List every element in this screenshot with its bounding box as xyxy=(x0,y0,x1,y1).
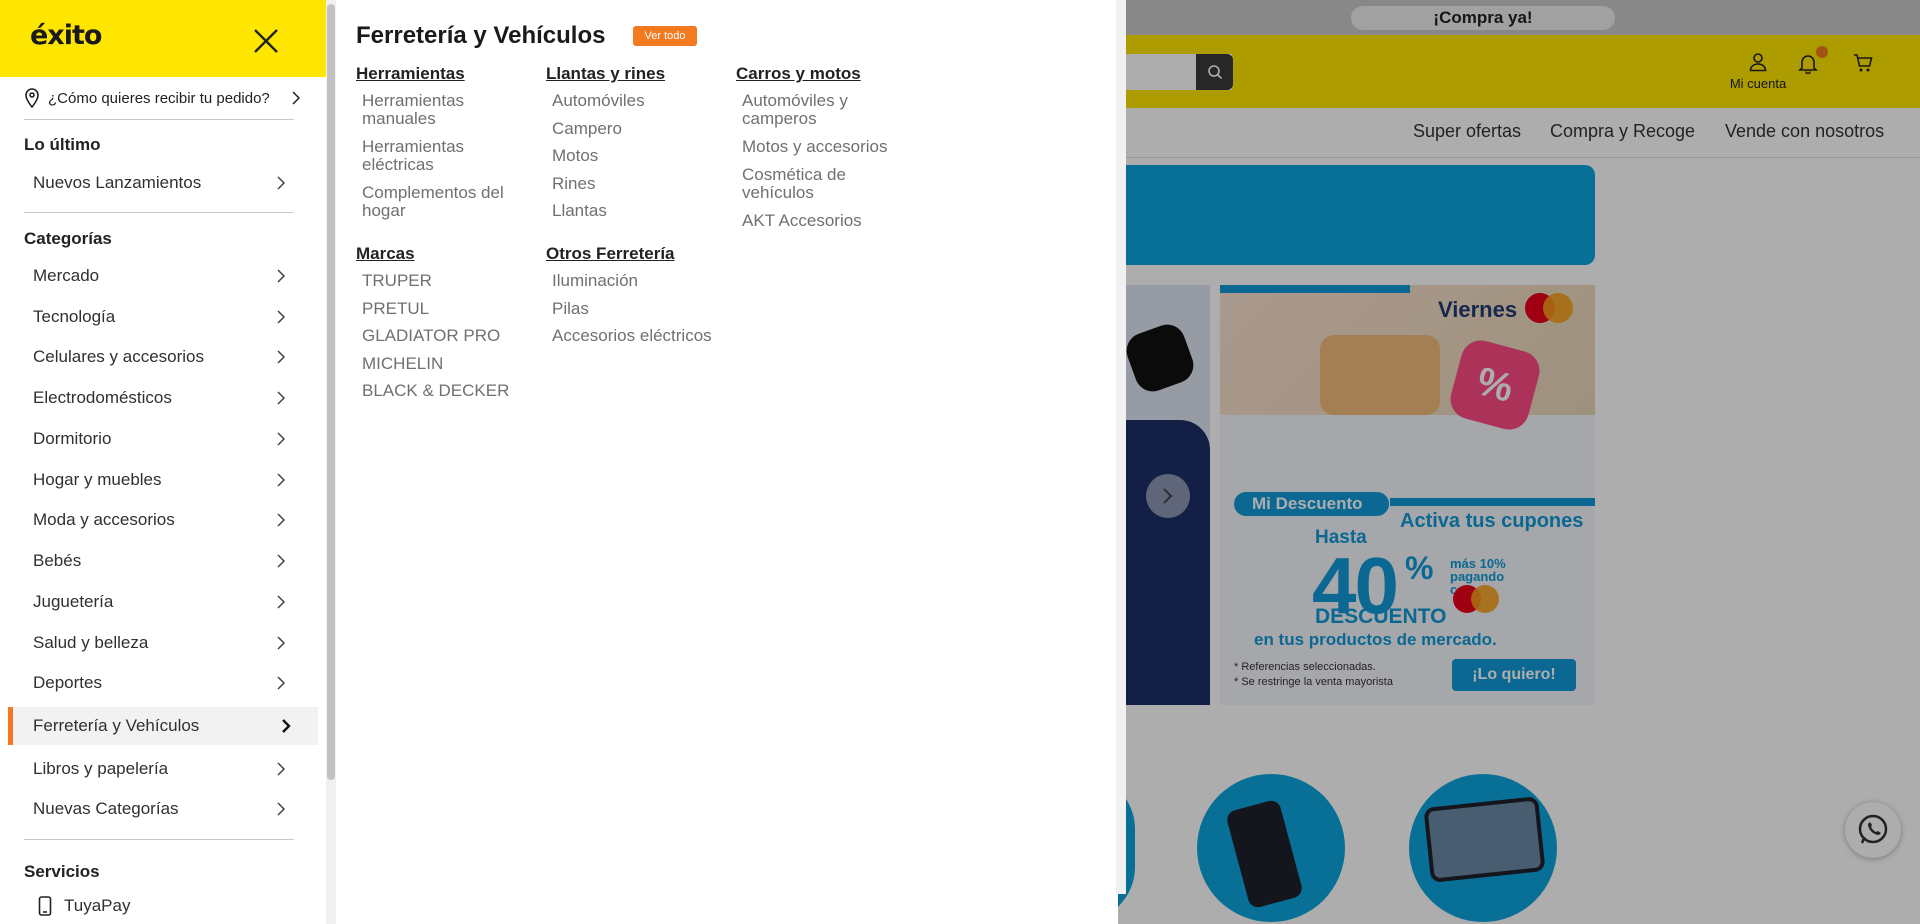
close-menu-button[interactable] xyxy=(250,25,282,57)
service-label: TuyaPay xyxy=(64,896,131,915)
drawer-scrollbar-thumb[interactable] xyxy=(327,4,335,780)
chevron-right-icon xyxy=(277,802,286,816)
submenu-link[interactable]: Motos xyxy=(552,147,727,165)
submenu-link[interactable]: MICHELIN xyxy=(362,354,537,373)
close-icon xyxy=(254,29,278,53)
category-item[interactable]: Libros y papelería xyxy=(8,750,318,788)
submenu-link[interactable]: GLADIATOR PRO xyxy=(362,327,537,345)
category-item[interactable]: Bebés xyxy=(8,542,318,580)
submenu-link[interactable]: Motos y accesorios xyxy=(742,138,917,156)
menu-drawer: éxito ¿Cómo quieres recibir tu pedido? L… xyxy=(0,0,326,924)
chevron-right-icon xyxy=(277,513,286,527)
category-item[interactable]: Ferretería y Vehículos xyxy=(8,707,318,745)
category-item[interactable]: Deportes xyxy=(8,664,318,702)
submenu-link[interactable]: Herramientas eléctricas xyxy=(362,138,537,174)
category-item[interactable]: Moda y accesorios xyxy=(8,501,318,539)
section-title-services: Servicios xyxy=(24,862,100,881)
submenu-link[interactable]: Automóviles y camperos xyxy=(742,92,917,128)
chevron-right-icon xyxy=(277,473,286,487)
submenu-group-heading[interactable]: Llantas y rines xyxy=(546,64,665,84)
category-item[interactable]: Dormitorio xyxy=(8,420,318,458)
divider xyxy=(24,119,294,120)
submenu-scrollbar[interactable] xyxy=(1116,0,1126,894)
submenu-link[interactable]: Pilas xyxy=(552,299,727,318)
submenu-link[interactable]: BLACK & DECKER xyxy=(362,382,537,400)
submenu-link[interactable]: Accesorios eléctricos xyxy=(552,327,727,345)
submenu-link[interactable]: TRUPER xyxy=(362,272,537,290)
submenu-title: Ferretería y Vehículos xyxy=(356,22,606,49)
divider xyxy=(24,839,294,840)
chevron-right-icon xyxy=(277,310,286,324)
category-item[interactable]: Nuevas Categorías xyxy=(8,790,318,828)
chevron-right-icon xyxy=(282,719,291,733)
submenu-link[interactable]: Cosmética de vehículos xyxy=(742,165,917,202)
submenu-group-heading[interactable]: Herramientas xyxy=(356,64,465,84)
chevron-right-icon xyxy=(292,91,300,105)
delivery-prompt: ¿Cómo quieres recibir tu pedido? xyxy=(48,89,270,107)
submenu-link[interactable]: PRETUL xyxy=(362,299,537,318)
chevron-right-icon xyxy=(277,269,286,283)
submenu-group-heading[interactable]: Carros y motos xyxy=(736,64,861,84)
category-item[interactable]: Salud y belleza xyxy=(8,624,318,662)
submenu-link[interactable]: AKT Accesorios xyxy=(742,211,917,230)
category-item[interactable]: Electrodomésticos xyxy=(8,379,318,417)
category-item[interactable]: Hogar y muebles xyxy=(8,461,318,499)
category-label: Ferretería y Vehículos xyxy=(33,716,200,735)
submenu-link[interactable]: Llantas xyxy=(552,202,727,220)
section-title-categories: Categorías xyxy=(24,229,112,248)
submenu-link[interactable]: Rines xyxy=(552,174,727,193)
submenu-group-heading[interactable]: Otros Ferretería xyxy=(546,244,675,264)
chevron-right-icon xyxy=(277,176,286,190)
chevron-right-icon xyxy=(277,762,286,776)
chevron-right-icon xyxy=(277,676,286,690)
chevron-right-icon xyxy=(277,432,286,446)
chevron-right-icon xyxy=(277,391,286,405)
chevron-right-icon xyxy=(277,636,286,650)
service-item-tuyapay[interactable]: TuyaPay xyxy=(38,896,130,916)
menu-item-nuevos-lanzamientos[interactable]: Nuevos Lanzamientos xyxy=(8,164,318,202)
category-item[interactable]: Celulares y accesorios xyxy=(8,338,318,376)
submenu-link[interactable]: Herramientas manuales xyxy=(362,92,537,128)
section-title-latest: Lo último xyxy=(24,135,101,154)
submenu-link[interactable]: Iluminación xyxy=(552,272,727,290)
delivery-selector[interactable]: ¿Cómo quieres recibir tu pedido? xyxy=(24,86,300,110)
chevron-right-icon xyxy=(277,350,286,364)
submenu-group-heading[interactable]: Marcas xyxy=(356,244,415,264)
exito-logo[interactable]: éxito xyxy=(30,20,102,51)
chevron-right-icon xyxy=(277,595,286,609)
location-pin-icon xyxy=(25,88,39,108)
divider xyxy=(24,212,294,213)
category-item[interactable]: Tecnología xyxy=(8,298,318,336)
category-item[interactable]: Mercado xyxy=(8,257,318,295)
submenu-link[interactable]: Complementos del hogar xyxy=(362,184,537,220)
category-item[interactable]: Juguetería xyxy=(8,583,318,621)
phone-icon xyxy=(38,896,52,916)
submenu-link[interactable]: Automóviles xyxy=(552,92,727,110)
submenu-link[interactable]: Campero xyxy=(552,119,727,138)
chevron-right-icon xyxy=(277,554,286,568)
see-all-button[interactable]: Ver todo xyxy=(633,26,697,46)
